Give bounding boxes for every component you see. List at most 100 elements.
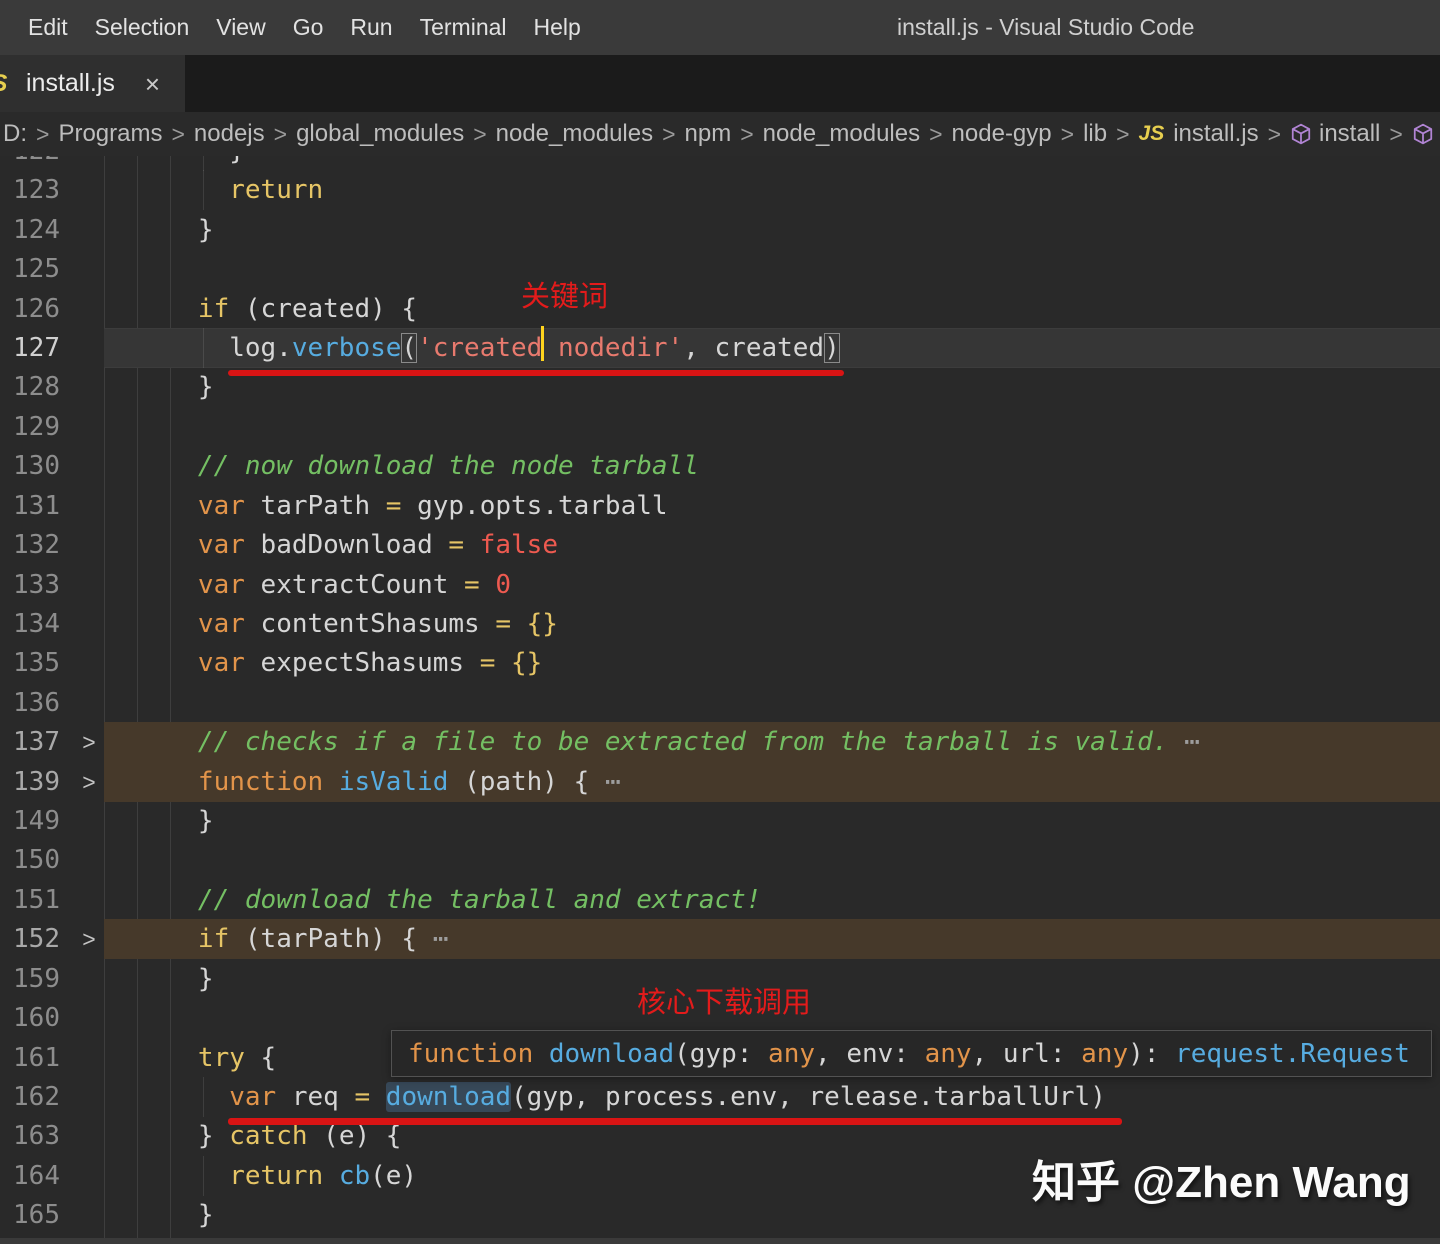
line-number: 135 (0, 643, 60, 683)
line-number: 126 (0, 289, 60, 329)
code-line-122[interactable]: 122 } (0, 156, 1440, 171)
titlebar: Edit Selection View Go Run Terminal Help insta… (0, 0, 1440, 55)
breadcrumb-item-install[interactable]: install (1290, 120, 1380, 148)
breadcrumb-separator: > (1268, 121, 1281, 148)
line-number: 149 (0, 801, 60, 841)
menu-view[interactable]: View (216, 14, 265, 41)
line-number: 127 (0, 328, 60, 368)
code-line-127[interactable]: 127 log.verbose('created nodedir', creat… (0, 328, 1440, 368)
code-text: var contentShasums = {} (104, 604, 558, 644)
code-line-137[interactable]: 137> // checks if a file to be extracted… (0, 722, 1440, 762)
menu-selection[interactable]: Selection (95, 14, 190, 41)
menu-run[interactable]: Run (350, 14, 392, 41)
fold-chevron-icon[interactable]: > (78, 722, 100, 762)
line-number: 136 (0, 683, 60, 723)
line-number: 124 (0, 210, 60, 250)
breadcrumb-separator: > (740, 121, 753, 148)
breadcrumb-item-npm[interactable]: npm (685, 120, 732, 148)
line-number: 123 (0, 170, 60, 210)
line-background (104, 801, 1440, 841)
hover-tooltip: function download(gyp: any, env: any, ur… (391, 1030, 1432, 1077)
line-background (104, 683, 1440, 723)
breadcrumb-item-go[interactable]: go (1412, 120, 1440, 148)
code-line-136[interactable]: 136 (0, 683, 1440, 723)
close-icon[interactable]: × (145, 71, 160, 97)
status-strip (0, 1238, 1440, 1244)
code-line-125[interactable]: 125 (0, 249, 1440, 289)
breadcrumb-separator: > (662, 121, 675, 148)
vscode-window: Edit Selection View Go Run Terminal Help insta… (0, 0, 1440, 1244)
code-text: var expectShasums = {} (104, 643, 542, 683)
fold-chevron-icon[interactable]: > (78, 762, 100, 802)
code-line-149[interactable]: 149 } (0, 801, 1440, 841)
code-line-162[interactable]: 162 var req = download(gyp, process.env,… (0, 1077, 1440, 1117)
annotation-underline-download (228, 1118, 1122, 1125)
code-text: var extractCount = 0 (104, 565, 511, 605)
annotation-underline-verbose (228, 370, 844, 376)
line-background (104, 210, 1440, 250)
breadcrumb-item-install-js[interactable]: JSinstall.js (1139, 120, 1259, 148)
code-line-132[interactable]: 132 var badDownload = false (0, 525, 1440, 565)
code-editor[interactable]: 122 }123 return124 }125126 if (created) … (0, 156, 1440, 1238)
line-number: 161 (0, 1038, 60, 1078)
breadcrumb-item-node-modules[interactable]: node_modules (763, 120, 920, 148)
breadcrumb-separator: > (274, 121, 287, 148)
code-text: } (104, 1195, 214, 1235)
breadcrumb-item-global-modules[interactable]: global_modules (296, 120, 464, 148)
code-line-134[interactable]: 134 var contentShasums = {} (0, 604, 1440, 644)
javascript-file-icon: JS (1139, 122, 1165, 146)
code-text: } (104, 801, 214, 841)
menu-bar: Edit Selection View Go Run Terminal Help (28, 0, 581, 55)
code-line-131[interactable]: 131 var tarPath = gyp.opts.tarball (0, 486, 1440, 526)
line-number: 152 (0, 919, 60, 959)
code-line-139[interactable]: 139> function isValid (path) { ⋯ (0, 762, 1440, 802)
menu-go[interactable]: Go (293, 14, 324, 41)
javascript-file-icon: JS (0, 70, 12, 98)
code-line-135[interactable]: 135 var expectShasums = {} (0, 643, 1440, 683)
window-title: install.js - Visual Studio Code (897, 0, 1194, 55)
breadcrumb-separator: > (36, 121, 49, 148)
code-text: } (104, 210, 214, 250)
code-text: return (104, 170, 323, 210)
code-line-124[interactable]: 124 } (0, 210, 1440, 250)
menu-terminal[interactable]: Terminal (420, 14, 507, 41)
code-text: if (created) { (104, 289, 417, 329)
code-text: } (104, 959, 214, 999)
code-text: try { (104, 1038, 276, 1078)
breadcrumb-item-d-[interactable]: D: (3, 120, 27, 148)
line-background (104, 840, 1440, 880)
breadcrumb-item-nodejs[interactable]: nodejs (194, 120, 265, 148)
breadcrumb-item-lib[interactable]: lib (1083, 120, 1107, 148)
code-line-126[interactable]: 126 if (created) { (0, 289, 1440, 329)
line-number: 133 (0, 565, 60, 605)
line-number: 132 (0, 525, 60, 565)
breadcrumb-item-programs[interactable]: Programs (58, 120, 162, 148)
menu-help[interactable]: Help (534, 14, 581, 41)
tab-label: install.js (26, 69, 115, 98)
line-number: 162 (0, 1077, 60, 1117)
line-number: 122 (0, 156, 60, 171)
code-line-123[interactable]: 123 return (0, 170, 1440, 210)
tooltip-signature: function download(gyp: any, env: any, ur… (408, 1039, 1410, 1069)
fold-chevron-icon[interactable]: > (78, 919, 100, 959)
tab-bar: JS install.js × (0, 55, 1440, 112)
symbol-cube-icon (1290, 123, 1312, 145)
code-text: // download the tarball and extract! (104, 880, 761, 920)
code-line-133[interactable]: 133 var extractCount = 0 (0, 565, 1440, 605)
line-number: 160 (0, 998, 60, 1038)
breadcrumb-item-node-gyp[interactable]: node-gyp (952, 120, 1052, 148)
code-line-151[interactable]: 151 // download the tarball and extract! (0, 880, 1440, 920)
breadcrumb-separator: > (1389, 121, 1402, 148)
breadcrumb-separator: > (1061, 121, 1074, 148)
code-line-150[interactable]: 150 (0, 840, 1440, 880)
code-line-130[interactable]: 130 // now download the node tarball (0, 446, 1440, 486)
code-text: } (104, 367, 214, 407)
code-text: var req = download(gyp, process.env, rel… (104, 1077, 1106, 1117)
tab-install-js[interactable]: JS install.js × (0, 55, 185, 112)
code-line-152[interactable]: 152> if (tarPath) { ⋯ (0, 919, 1440, 959)
breadcrumb-separator: > (171, 121, 184, 148)
line-number: 125 (0, 249, 60, 289)
code-line-129[interactable]: 129 (0, 407, 1440, 447)
breadcrumb-item-node-modules[interactable]: node_modules (496, 120, 653, 148)
menu-edit[interactable]: Edit (28, 14, 68, 41)
